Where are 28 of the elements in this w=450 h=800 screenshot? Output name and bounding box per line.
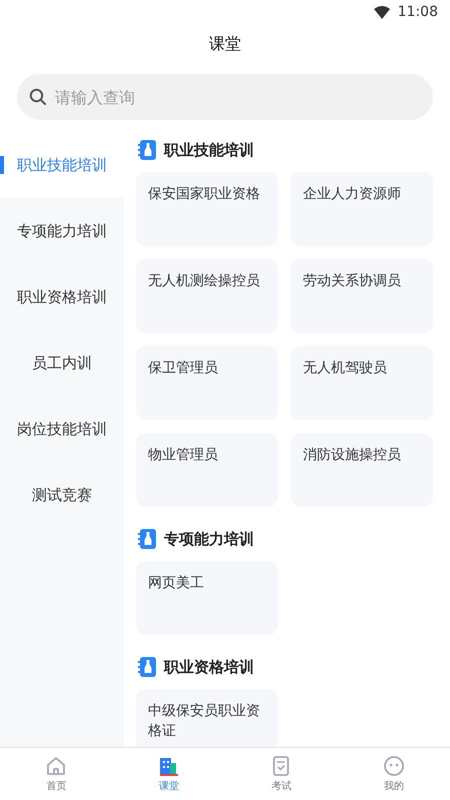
section-title: 专项能力培训	[164, 530, 254, 548]
page-title: 课堂	[209, 34, 241, 54]
course-card[interactable]: 劳动关系协调员	[291, 259, 433, 333]
course-card[interactable]: 无人机测绘操控员	[136, 259, 278, 333]
section-icon	[138, 139, 158, 161]
course-card[interactable]: 保卫管理员	[136, 346, 278, 420]
section-icon	[138, 528, 158, 550]
course-card[interactable]: 保安国家职业资格	[136, 172, 278, 246]
course-card[interactable]: 无人机驾驶员	[291, 346, 433, 420]
tab-bar-item[interactable]: 考试	[225, 748, 338, 800]
home-icon	[45, 755, 68, 777]
tab-bar-item[interactable]: 首页	[0, 748, 112, 800]
tab-bar-item[interactable]: 课堂	[112, 748, 225, 800]
building-icon	[158, 755, 180, 777]
wifi-icon	[374, 6, 390, 18]
section-icon	[138, 656, 158, 678]
section-title: 职业资格培训	[164, 658, 254, 676]
section-title: 职业技能培训	[164, 140, 254, 160]
course-card[interactable]: 消防设施操控员	[291, 433, 433, 507]
course-card[interactable]: 中级保安员职业资格证	[136, 689, 278, 747]
status-time: 11:08	[398, 4, 438, 20]
search-field[interactable]: 请输入查询	[17, 74, 433, 120]
course-card[interactable]: 网页美工	[136, 561, 278, 635]
course-card[interactable]: 物业管理员	[136, 433, 278, 507]
course-card[interactable]: 企业人力资源师	[291, 172, 433, 246]
tab-bar-item[interactable]: 我的	[338, 748, 450, 800]
smiley-icon	[382, 755, 405, 777]
sidebar-item[interactable]: 职业技能培训	[0, 132, 124, 198]
